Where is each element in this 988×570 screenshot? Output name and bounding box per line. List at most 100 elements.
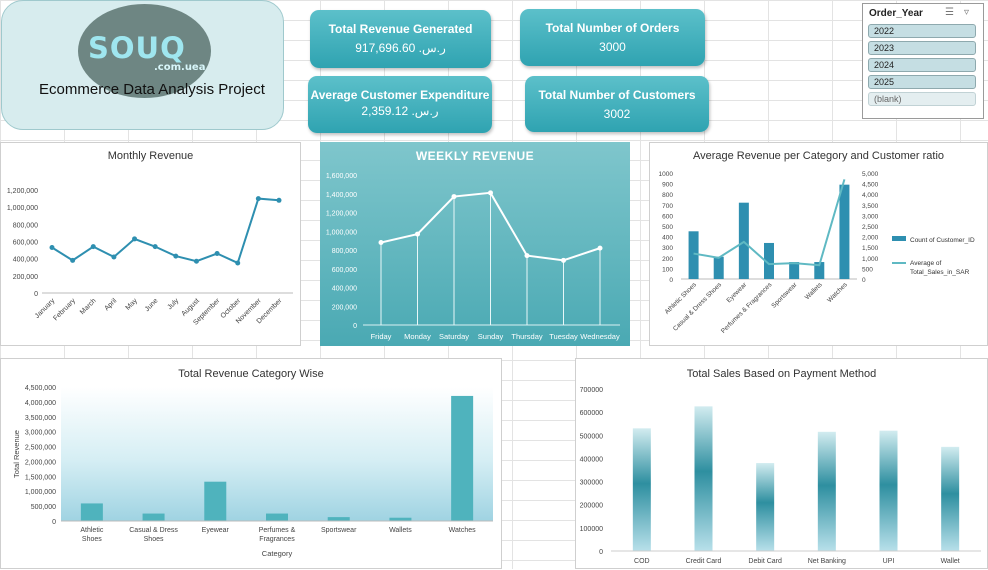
y-tick-label: 0: [599, 549, 603, 556]
legend-label: Count of Customer_ID: [910, 237, 975, 244]
y-tick-label: 3,000,000: [25, 430, 56, 437]
monthly-revenue-chart: Monthly Revenue 0 200,000 400,000 600,000 80…: [0, 142, 301, 346]
kpi-total-revenue: Total Revenue Generated 917,696.60 .ر.س: [310, 10, 491, 68]
x-tick-label: Shoes: [82, 536, 102, 543]
y-tick-label: 1,600,000: [326, 173, 357, 180]
y-left-tick-label: 400: [662, 235, 673, 242]
x-tick-label: Wednesday: [580, 332, 620, 341]
y-tick-label: 1,500,000: [25, 474, 56, 481]
y-tick-label: 300000: [580, 480, 603, 487]
bar: [789, 262, 800, 279]
y-tick-label: 1,400,000: [326, 192, 357, 199]
y-right-tick-label: 1,500: [862, 245, 879, 252]
bar: [632, 428, 651, 551]
x-tick-label: Perfumes &: [259, 527, 296, 534]
data-point: [378, 240, 384, 245]
y-tick-label: 800,000: [332, 248, 357, 255]
plot-area: [61, 387, 493, 521]
logo-panel: SOUQ .com.uea Ecommerce Data Analysis Pr…: [1, 0, 284, 130]
x-tick-label: Wallets: [804, 281, 824, 301]
y-axis-title: Total Revenue: [12, 430, 21, 478]
kpi-avg-expenditure: Average Customer Expenditure 2,359.12 .ر…: [308, 76, 492, 133]
y-tick-label: 200,000: [332, 304, 357, 311]
x-tick-label: Sunday: [478, 332, 504, 341]
x-tick-label: March: [79, 297, 98, 316]
slicer-item-2025[interactable]: 2025: [868, 75, 976, 89]
y-left-tick-label: 0: [669, 277, 673, 284]
y-tick-label: 0: [34, 291, 38, 298]
category-revenue-plot: 0 500,000 1,000,000 1,500,000 2,000,000 2,500…: [12, 385, 493, 558]
bar: [839, 184, 850, 279]
y-tick-label: 500,000: [31, 504, 56, 511]
data-point: [152, 244, 158, 250]
multi-select-icon[interactable]: ☰: [945, 7, 954, 18]
x-tick-label: July: [166, 297, 180, 311]
x-tick-label: Casual & Dress: [129, 527, 178, 534]
y-right-tick-label: 4,500: [862, 182, 879, 189]
payment-method-plot: 0 100000 200000 300000 400000 500000 600000 700…: [580, 387, 981, 565]
data-point: [415, 231, 420, 237]
weekly-revenue-chart: WEEKLY REVENUE 0 200,000 400,000 600,000 800…: [320, 142, 630, 346]
y-left-tick-label: 1000: [659, 171, 674, 178]
bar: [142, 513, 165, 521]
y-tick-label: 4,000,000: [25, 400, 56, 407]
data-point: [173, 253, 179, 259]
slicer-item-2024[interactable]: 2024: [868, 58, 976, 72]
x-tick-label: August: [181, 297, 201, 317]
x-axis-title: Category: [262, 549, 293, 558]
bar: [694, 406, 713, 551]
y-right-tick-label: 3,000: [862, 213, 879, 220]
y-right-tick-label: 500: [862, 266, 873, 273]
project-title: Ecommerce Data Analysis Project: [39, 81, 265, 98]
y-tick-label: 1,200,000: [326, 211, 357, 218]
y-tick-label: 3,500,000: [25, 415, 56, 422]
y-tick-label: 1,000,000: [7, 205, 38, 212]
x-tick-label: Net Banking: [808, 558, 846, 565]
bar: [879, 430, 898, 551]
y-left-tick-label: 600: [662, 213, 673, 220]
x-tick-label: Casual & Dress Shoes: [672, 281, 724, 333]
clear-filter-icon[interactable]: ▿: [964, 7, 969, 18]
data-point: [255, 196, 261, 202]
kpi-value: 917,696.60 .ر.س: [355, 41, 446, 55]
slicer-item-2023[interactable]: 2023: [868, 41, 976, 55]
data-point: [451, 194, 457, 200]
x-tick-label: COD: [634, 558, 650, 565]
y-tick-label: 1,000,000: [326, 229, 357, 236]
x-tick-label: Sportswear: [770, 281, 799, 310]
bar: [327, 517, 350, 521]
y-right-tick-label: 2,000: [862, 235, 879, 242]
kpi-title: Total Number of Orders: [545, 21, 680, 35]
y-left-tick-label: 500: [662, 224, 673, 231]
x-tick-label: Tuesday: [549, 332, 578, 341]
x-tick-label: April: [103, 297, 118, 312]
payment-method-chart: Total Sales Based on Payment Method 0 100…: [575, 358, 988, 569]
order-year-slicer[interactable]: Order_Year ☰ ▿ 2022 2023 2024 2025 (blan…: [862, 3, 984, 119]
y-tick-label: 600,000: [332, 267, 357, 274]
y-tick-label: 0: [52, 519, 56, 526]
x-tick-label: Athletic: [80, 527, 103, 534]
kpi-value: 2,359.12 .ر.س: [361, 104, 439, 118]
x-tick-label: Debit Card: [748, 558, 782, 565]
weekly-revenue-plot: 0 200,000 400,000 600,000 800,000 1,000,000 1,…: [326, 173, 620, 341]
y-tick-label: 4,500,000: [25, 385, 56, 392]
kpi-value: 3002: [603, 107, 631, 121]
kpi-title: Total Number of Customers: [538, 88, 696, 102]
x-tick-label: Wallet: [941, 558, 960, 565]
category-customer-ratio-plot: 0 100 200 300 400 500 600 700 800 900 1000 0 500 1,00…: [659, 171, 975, 335]
x-tick-label: Friday: [371, 332, 392, 341]
brand-logo-text: SOUQ: [88, 31, 186, 65]
x-tick-label: Eyewear: [202, 527, 230, 534]
data-point: [193, 258, 199, 264]
kpi-title: Total Revenue Generated: [328, 22, 473, 36]
slicer-item-blank[interactable]: (blank): [868, 92, 976, 106]
y-left-tick-label: 800: [662, 192, 673, 199]
slicer-item-2022[interactable]: 2022: [868, 24, 976, 38]
y-tick-label: 200000: [580, 503, 603, 510]
y-tick-label: 400,000: [332, 286, 357, 293]
x-tick-label: June: [144, 297, 160, 313]
data-point: [276, 197, 282, 203]
y-right-tick-label: 0: [862, 277, 866, 284]
kpi-value: 3000: [599, 40, 626, 54]
x-tick-label: Perfumes & Fragrances: [720, 281, 774, 335]
